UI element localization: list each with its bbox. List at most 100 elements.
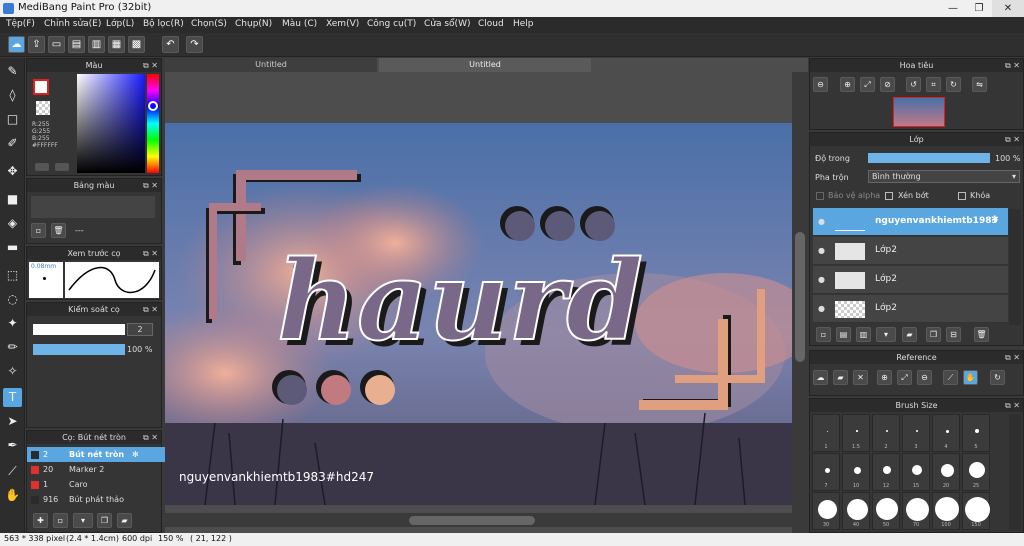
move-tool-icon[interactable]: ✥ (3, 162, 22, 181)
fill-rect-tool-icon[interactable]: ■ (3, 190, 22, 209)
zoom-reset-icon[interactable]: ⊘ (880, 77, 895, 92)
zoom-in-icon[interactable]: ⊕ (877, 370, 892, 385)
magic-wand-icon[interactable]: ✦ (3, 314, 22, 333)
panel-controls-icon[interactable]: ⧉ ✕ (143, 305, 158, 315)
brush-size-cell[interactable]: 10 (842, 453, 870, 491)
menu-layer[interactable]: Lớp(L) (106, 19, 134, 29)
menu-color[interactable]: Màu (C) (282, 19, 317, 29)
brush-size-cell[interactable]: 2 (872, 414, 900, 452)
eye-icon[interactable]: ● (818, 275, 825, 284)
brush-size-input[interactable]: 2 (127, 323, 153, 336)
hue-slider[interactable] (147, 74, 159, 173)
layer-opacity-slider[interactable] (868, 153, 990, 163)
redo-icon[interactable]: ↷ (186, 36, 203, 53)
blend-select[interactable]: Bình thường ▾ (868, 170, 1020, 183)
undo-icon[interactable]: ↶ (162, 36, 179, 53)
menu-tools[interactable]: Công cụ(T) (367, 19, 416, 29)
menu-cloud[interactable]: Cloud (478, 19, 504, 29)
horizontal-scroll-thumb[interactable] (409, 516, 535, 525)
brush-size-slider[interactable] (33, 324, 125, 335)
add-brush-icon[interactable]: ✚ (33, 513, 48, 528)
hand-icon[interactable]: ✋ (963, 370, 978, 385)
gear-icon[interactable]: ✻ (991, 215, 999, 225)
layer-row[interactable]: ● Lớp2 (813, 237, 1008, 265)
brush-size-cell[interactable]: 40 (842, 492, 870, 530)
rotate-fit-icon[interactable]: ⌗ (926, 77, 941, 92)
hue-handle[interactable] (148, 101, 158, 111)
brush-opacity-slider[interactable] (33, 344, 125, 355)
protect-alpha-checkbox[interactable] (816, 192, 824, 200)
layer-row[interactable]: ● nguyenvankhiemtb1983 ✻ (813, 208, 1008, 236)
navigator-thumbnail[interactable] (893, 97, 945, 127)
panel-controls-icon[interactable]: ⧉ ✕ (1005, 135, 1020, 145)
lasso-icon[interactable]: ◌ (3, 290, 22, 309)
vertical-scroll-thumb[interactable] (795, 232, 805, 362)
grid-icon[interactable]: ▩ (128, 36, 145, 53)
share-icon[interactable]: ⇪ (28, 36, 45, 53)
rotate-left-icon[interactable]: ↺ (906, 77, 921, 92)
brush-size-cell[interactable]: 1 (812, 414, 840, 452)
panel-controls-icon[interactable]: ⧉ ✕ (1005, 353, 1020, 363)
brush-tool-icon[interactable]: ✎ (3, 62, 22, 81)
rotate-right-icon[interactable]: ↻ (946, 77, 961, 92)
minimize-button[interactable]: — (940, 0, 966, 17)
copy-brush-icon[interactable]: ❐ (97, 513, 112, 528)
clipping-checkbox[interactable] (885, 192, 893, 200)
eye-icon[interactable]: ● (818, 217, 825, 226)
new-layer-2-icon[interactable]: ▤ (836, 327, 851, 342)
close-button[interactable]: ✕ (992, 0, 1024, 17)
eye-icon[interactable]: ● (818, 304, 825, 313)
foreground-color[interactable] (33, 79, 49, 95)
comment-icon[interactable]: ▭ (48, 36, 65, 53)
menu-help[interactable]: Help (513, 19, 534, 29)
delete-palette-icon[interactable]: 🗑 (51, 223, 66, 238)
add-layer-menu-icon[interactable]: ▾ (876, 327, 896, 342)
cloud-icon[interactable]: ☁ (8, 36, 25, 53)
tab-untitled-1[interactable]: Untitled (165, 58, 377, 72)
pen-tool-2-icon[interactable]: ✒ (3, 436, 22, 455)
add-menu-icon[interactable]: ▾ (73, 513, 93, 528)
rotate-icon[interactable]: ↻ (990, 370, 1005, 385)
brush-size-cell[interactable]: 50 (872, 492, 900, 530)
folder-icon[interactable]: ▰ (117, 513, 132, 528)
panel-controls-icon[interactable]: ⧉ ✕ (1005, 61, 1020, 71)
bucket-tool-icon[interactable]: ◈ (3, 214, 22, 233)
brush-size-cell[interactable]: 25 (962, 453, 990, 491)
menu-file[interactable]: Tệp(F) (6, 19, 35, 29)
operation-tool-icon[interactable]: ➤ (3, 412, 22, 431)
cloud-upload-icon[interactable]: ☁ (813, 370, 828, 385)
menu-select[interactable]: Chọn(S) (191, 19, 227, 29)
eye-icon[interactable]: ● (818, 246, 825, 255)
brush-size-cell[interactable]: 7 (812, 453, 840, 491)
panel-controls-icon[interactable]: ⧉ ✕ (143, 433, 158, 443)
brush-size-cell[interactable]: 30 (812, 492, 840, 530)
brush-size-scrollbar[interactable] (1009, 414, 1021, 530)
background-color[interactable] (36, 101, 50, 115)
panel-controls-icon[interactable]: ⧉ ✕ (143, 61, 158, 71)
select-pen-icon[interactable]: ✏ (3, 338, 22, 357)
vertical-scrollbar[interactable] (792, 72, 808, 533)
merge-layer-icon[interactable]: ⊟ (946, 327, 961, 342)
open-folder-icon[interactable]: ▰ (833, 370, 848, 385)
artwork-canvas[interactable]: haurd haurd nguyenvankhiemtb1983#hd247 (165, 123, 792, 505)
layer-folder-icon[interactable]: ▰ (902, 327, 917, 342)
menu-window[interactable]: Cửa sổ(W) (424, 19, 470, 29)
brush-size-cell[interactable]: 12 (872, 453, 900, 491)
palette-area[interactable] (31, 196, 155, 218)
color-saturation-square[interactable] (77, 74, 145, 173)
layer-row[interactable]: ● Lớp2 (813, 266, 1008, 294)
fit-icon[interactable]: ⤢ (897, 370, 912, 385)
brush-size-cell[interactable]: 150 (962, 492, 990, 530)
flip-icon[interactable]: ⇋ (972, 77, 987, 92)
menu-filter[interactable]: Bộ lọc(R) (143, 19, 184, 29)
tab-untitled-2[interactable]: Untitled (379, 58, 591, 72)
brush-item[interactable]: 2 Bút nét tròn ✻ (27, 447, 171, 462)
brush-size-cell[interactable]: 100 (932, 492, 960, 530)
new-layer-3-icon[interactable]: ▥ (856, 327, 871, 342)
eraser-tool-icon[interactable]: ◊ (3, 86, 22, 105)
document-icon[interactable]: ▤ (68, 36, 85, 53)
lock-checkbox[interactable] (958, 192, 966, 200)
brush-item[interactable]: 916 Bút phát thảo (27, 492, 171, 507)
brush-size-cell[interactable]: 1.5 (842, 414, 870, 452)
hand-tool-icon[interactable]: ✋ (3, 486, 22, 505)
